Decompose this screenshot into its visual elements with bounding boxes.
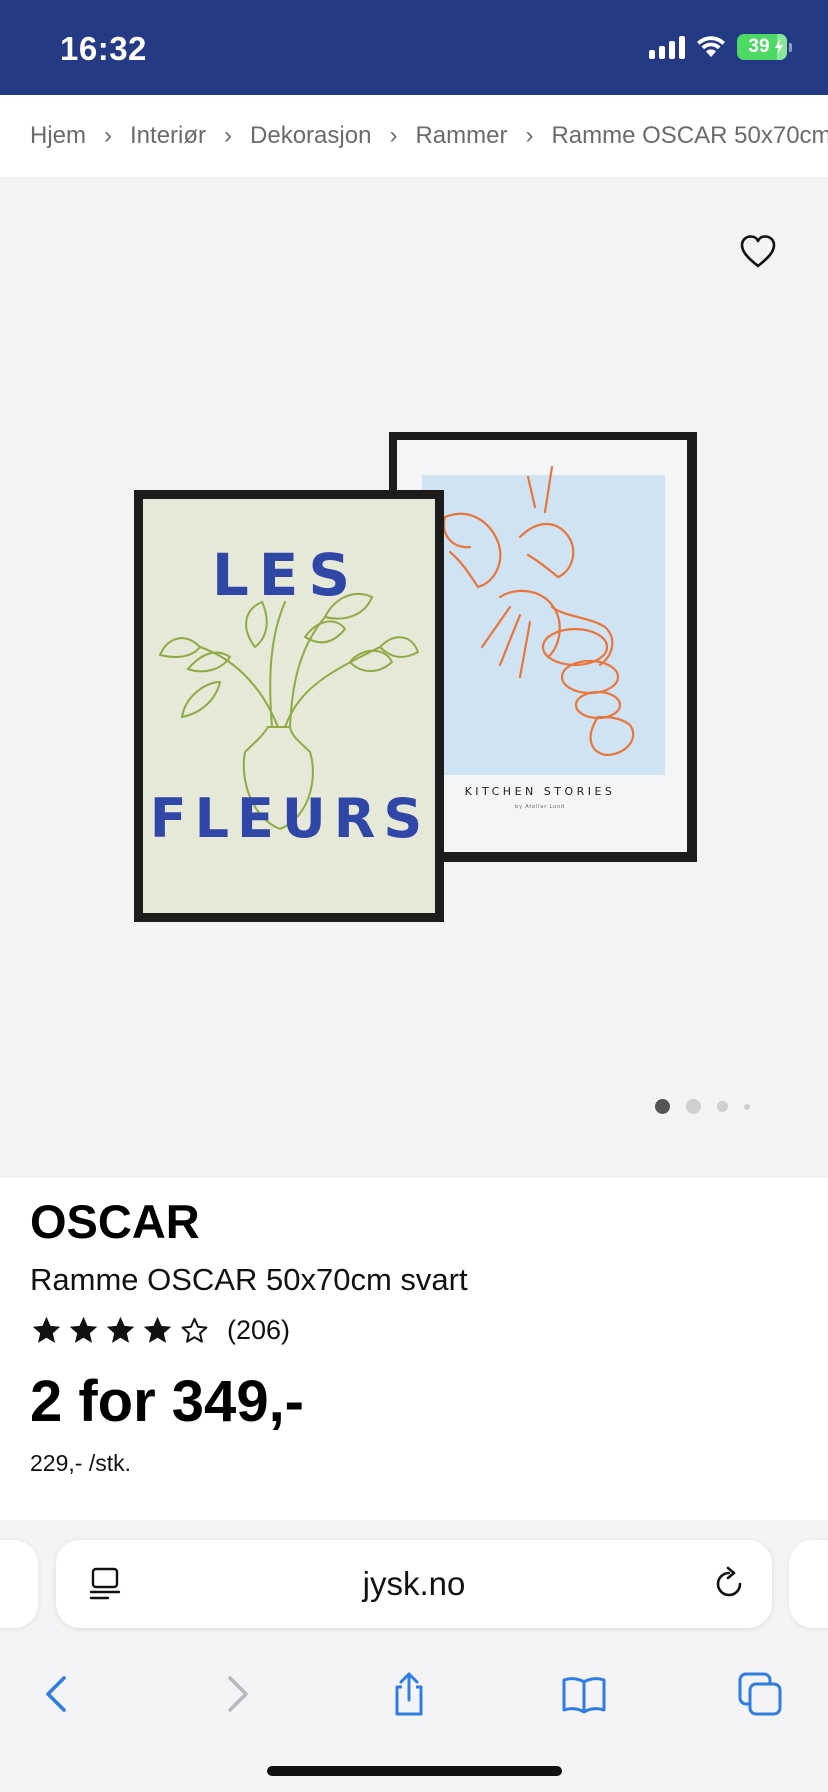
battery-level: 39 bbox=[748, 36, 770, 57]
breadcrumb-home[interactable]: Hjem bbox=[30, 122, 86, 150]
status-indicators: 39 bbox=[649, 34, 792, 60]
breadcrumb-separator: › bbox=[525, 122, 534, 149]
gallery-dot-1[interactable] bbox=[655, 1099, 670, 1114]
product-brand: OSCAR bbox=[30, 1195, 200, 1248]
status-time: 16:32 bbox=[60, 30, 147, 67]
reload-icon[interactable] bbox=[710, 1565, 748, 1603]
product-rating[interactable]: (206) bbox=[30, 1314, 290, 1347]
url-text[interactable]: jysk.no bbox=[56, 1540, 772, 1628]
status-bar: 16:32 39 bbox=[0, 0, 828, 95]
gallery-pagination bbox=[655, 1099, 750, 1114]
gallery-dot-2[interactable] bbox=[686, 1099, 701, 1114]
review-count[interactable]: (206) bbox=[227, 1315, 290, 1346]
product-name: Ramme OSCAR 50x70cm svart bbox=[30, 1262, 468, 1297]
unit-price: 229,- /stk. bbox=[30, 1450, 131, 1476]
product-price: 2 for 349,- bbox=[30, 1369, 304, 1434]
star-filled-icon bbox=[32, 1316, 61, 1343]
battery-icon: 39 bbox=[737, 34, 787, 60]
browser-toolbar bbox=[0, 1650, 828, 1750]
previous-tab-preview[interactable] bbox=[0, 1540, 38, 1628]
battery-cap bbox=[789, 42, 792, 52]
poster-les-fleurs: LES FLEURS bbox=[134, 490, 444, 922]
breadcrumb: Hjem › Interiør › Dekorasjon › Rammer › … bbox=[0, 95, 828, 177]
address-bar[interactable]: jysk.no bbox=[56, 1540, 772, 1628]
poster-les-fleurs-line2: FLEURS bbox=[150, 787, 431, 850]
star-empty-icon bbox=[181, 1317, 208, 1343]
breadcrumb-frames[interactable]: Rammer bbox=[415, 122, 507, 150]
poster-kitchen-stories-subtitle: by Atelier Lund bbox=[515, 804, 565, 810]
product-image-gallery[interactable]: KITCHEN STORIES by Atelier Lund LES FLEU… bbox=[0, 177, 828, 1178]
bookmarks-icon[interactable] bbox=[560, 1670, 608, 1718]
star-filled-icon bbox=[106, 1316, 135, 1343]
cellular-signal-icon bbox=[649, 35, 685, 59]
star-filled-icon bbox=[69, 1316, 98, 1343]
tabs-icon[interactable] bbox=[736, 1670, 784, 1718]
wifi-icon bbox=[697, 36, 725, 57]
browser-chrome: jysk.no bbox=[0, 1520, 828, 1792]
gallery-dot-4[interactable] bbox=[744, 1103, 750, 1110]
star-filled-icon bbox=[143, 1316, 172, 1343]
poster-kitchen-stories-title: KITCHEN STORIES bbox=[465, 785, 616, 798]
poster-les-fleurs-line1: LES bbox=[212, 541, 360, 609]
breadcrumb-separator: › bbox=[104, 122, 113, 149]
next-tab-preview[interactable] bbox=[789, 1540, 828, 1628]
breadcrumb-current[interactable]: Ramme OSCAR 50x70cm svart bbox=[551, 122, 828, 150]
share-icon[interactable] bbox=[385, 1670, 433, 1718]
back-icon[interactable] bbox=[34, 1670, 82, 1718]
breadcrumb-separator: › bbox=[389, 122, 398, 149]
breadcrumb-interior[interactable]: Interiør bbox=[130, 122, 206, 150]
home-indicator[interactable] bbox=[267, 1766, 562, 1776]
favorite-heart-icon[interactable] bbox=[738, 232, 778, 272]
gallery-dot-3[interactable] bbox=[717, 1101, 728, 1112]
product-image[interactable]: KITCHEN STORIES by Atelier Lund LES FLEU… bbox=[0, 177, 828, 1178]
forward-icon[interactable] bbox=[212, 1670, 260, 1718]
breadcrumb-separator: › bbox=[224, 122, 233, 149]
breadcrumb-decoration[interactable]: Dekorasjon bbox=[250, 122, 371, 150]
reader-icon[interactable] bbox=[88, 1566, 122, 1602]
